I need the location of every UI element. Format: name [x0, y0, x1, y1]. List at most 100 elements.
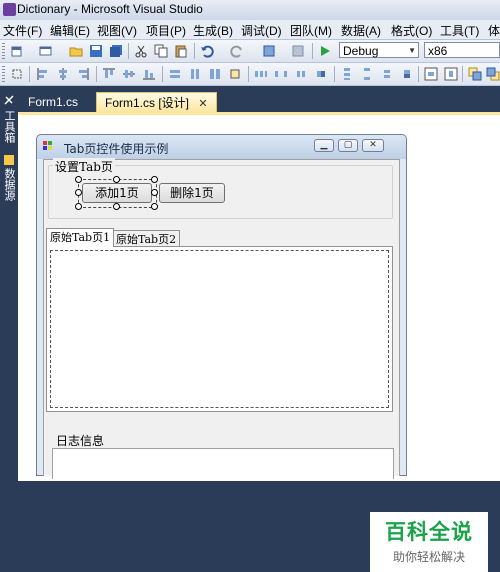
designer-surface: Tab页控件使用示例 ▁ ▢ ✕ 设置Tab页 添加1页 删除1页 原始Tab页…: [18, 112, 500, 572]
group-box-settings[interactable]: 设置Tab页 添加1页 删除1页: [48, 158, 393, 219]
close-icon[interactable]: ✕: [362, 139, 384, 152]
resize-handle[interactable]: [151, 176, 158, 183]
minimize-icon[interactable]: ▁: [314, 139, 334, 152]
close-icon[interactable]: ✕: [198, 98, 207, 110]
size-to-grid-icon[interactable]: [228, 67, 242, 81]
toolbar-separator: [334, 66, 335, 82]
align-tops-icon[interactable]: [102, 67, 116, 81]
align-lefts-icon[interactable]: [36, 67, 50, 81]
form-title: Tab页控件使用示例: [64, 142, 169, 156]
menu-bar: 文件(F) 编辑(E) 视图(V) 项目(P) 生成(B) 调试(D) 团队(M…: [0, 20, 500, 40]
toolbar-separator: [418, 66, 419, 82]
solution-platform-value: x86: [428, 44, 448, 58]
toolbar-separator: [29, 66, 30, 82]
resize-handle[interactable]: [151, 203, 158, 210]
menu-edit[interactable]: 编辑(E): [50, 22, 90, 39]
solution-configuration-value: Debug: [343, 44, 379, 58]
menu-format[interactable]: 格式(O): [391, 22, 432, 39]
menu-more[interactable]: 体: [488, 22, 500, 39]
solution-configuration-select[interactable]: Debug ▼: [339, 42, 419, 58]
align-bottoms-icon[interactable]: [142, 67, 156, 81]
center-horizontally-icon[interactable]: [424, 67, 438, 81]
cut-icon[interactable]: [134, 44, 148, 58]
resize-handle[interactable]: [151, 189, 158, 196]
bring-to-front-icon[interactable]: [468, 67, 482, 81]
send-to-back-icon[interactable]: [486, 67, 500, 81]
standard-toolbar: Debug ▼ x86: [0, 40, 500, 63]
navigate-forward-icon[interactable]: [291, 44, 305, 58]
title-bar: Dictionary - Microsoft Visual Studio: [0, 0, 500, 21]
make-vertical-spacing-equal-icon[interactable]: [340, 67, 354, 81]
tab-form1-cs[interactable]: Form1.cs: [20, 92, 86, 112]
delete-page-button[interactable]: 删除1页: [159, 183, 225, 203]
menu-debug[interactable]: 调试(D): [241, 22, 282, 39]
toolbox-tab[interactable]: 工具箱: [2, 110, 16, 143]
remove-vertical-spacing-icon[interactable]: [400, 67, 414, 81]
menu-build[interactable]: 生成(B): [193, 22, 233, 39]
layout-toolbar: [0, 63, 500, 86]
undo-icon[interactable]: [200, 44, 214, 58]
remove-horizontal-spacing-icon[interactable]: [314, 67, 328, 81]
tab-control[interactable]: 原始Tab页1 原始Tab页2: [46, 228, 393, 412]
menu-tools[interactable]: 工具(T): [440, 22, 479, 39]
tab-label: Form1.cs [设计]: [105, 96, 190, 110]
tab-original-page-1[interactable]: 原始Tab页1: [46, 228, 115, 247]
form-client-area: 设置Tab页 添加1页 删除1页 原始Tab页1 原始Tab页2 日志信息: [43, 158, 400, 479]
align-middles-icon[interactable]: [122, 67, 136, 81]
document-tab-strip: Form1.cs Form1.cs [设计] ✕: [18, 86, 500, 112]
make-same-size-icon[interactable]: [208, 67, 222, 81]
decrease-vertical-spacing-icon[interactable]: [380, 67, 394, 81]
form-window[interactable]: Tab页控件使用示例 ▁ ▢ ✕ 设置Tab页 添加1页 删除1页 原始Tab页…: [36, 134, 407, 479]
toolbar-separator: [462, 66, 463, 82]
resize-handle[interactable]: [113, 203, 120, 210]
navigate-backward-icon[interactable]: [262, 44, 276, 58]
resize-handle[interactable]: [75, 176, 82, 183]
decrease-horizontal-spacing-icon[interactable]: [294, 67, 308, 81]
align-to-grid-icon[interactable]: [10, 67, 24, 81]
menu-view[interactable]: 视图(V): [97, 22, 137, 39]
redo-icon[interactable]: [230, 44, 244, 58]
new-project-icon[interactable]: [10, 44, 24, 58]
data-sources-icon[interactable]: [3, 154, 15, 166]
make-same-width-icon[interactable]: [168, 67, 182, 81]
tab-original-page-2[interactable]: 原始Tab页2: [112, 230, 181, 247]
tab-label: Form1.cs: [28, 95, 79, 109]
copy-icon[interactable]: [154, 44, 168, 58]
toolbar-separator: [96, 66, 97, 82]
form-title-bar: Tab页控件使用示例 ▁ ▢ ✕: [37, 135, 406, 159]
watermark-subtitle: 助你轻松解决: [392, 550, 465, 564]
data-sources-tab[interactable]: 数据源: [2, 168, 16, 201]
align-centers-icon[interactable]: [56, 67, 70, 81]
resize-handle[interactable]: [113, 176, 120, 183]
maximize-icon[interactable]: ▢: [338, 139, 358, 152]
solution-platform-select[interactable]: x86: [424, 42, 500, 58]
align-rights-icon[interactable]: [76, 67, 90, 81]
increase-horizontal-spacing-icon[interactable]: [274, 67, 288, 81]
resize-handle[interactable]: [75, 203, 82, 210]
tab-page-content[interactable]: [46, 246, 393, 412]
menu-file[interactable]: 文件(F): [3, 22, 42, 39]
side-tool-strip: 工具箱 数据源: [0, 86, 18, 478]
log-textbox[interactable]: [52, 448, 394, 479]
menu-data[interactable]: 数据(A): [341, 22, 381, 39]
make-horizontal-spacing-equal-icon[interactable]: [254, 67, 268, 81]
toolbar-grip[interactable]: [2, 43, 5, 59]
save-icon[interactable]: [89, 44, 103, 58]
increase-vertical-spacing-icon[interactable]: [360, 67, 374, 81]
paste-icon[interactable]: [174, 44, 188, 58]
menu-project[interactable]: 项目(P): [146, 22, 186, 39]
open-folder-icon[interactable]: [69, 44, 83, 58]
add-item-icon[interactable]: [39, 44, 53, 58]
toolbar-separator: [128, 43, 129, 59]
toolbox-icon[interactable]: [3, 94, 15, 106]
resize-handle[interactable]: [75, 189, 82, 196]
tab-form1-designer[interactable]: Form1.cs [设计] ✕: [96, 92, 217, 112]
center-vertically-icon[interactable]: [444, 67, 458, 81]
toolbar-separator: [248, 66, 249, 82]
save-all-icon[interactable]: [109, 44, 123, 58]
toolbar-separator: [194, 43, 195, 59]
menu-team[interactable]: 团队(M): [290, 22, 332, 39]
start-debugging-icon[interactable]: [318, 44, 332, 58]
toolbar-grip[interactable]: [2, 66, 5, 82]
make-same-height-icon[interactable]: [188, 67, 202, 81]
